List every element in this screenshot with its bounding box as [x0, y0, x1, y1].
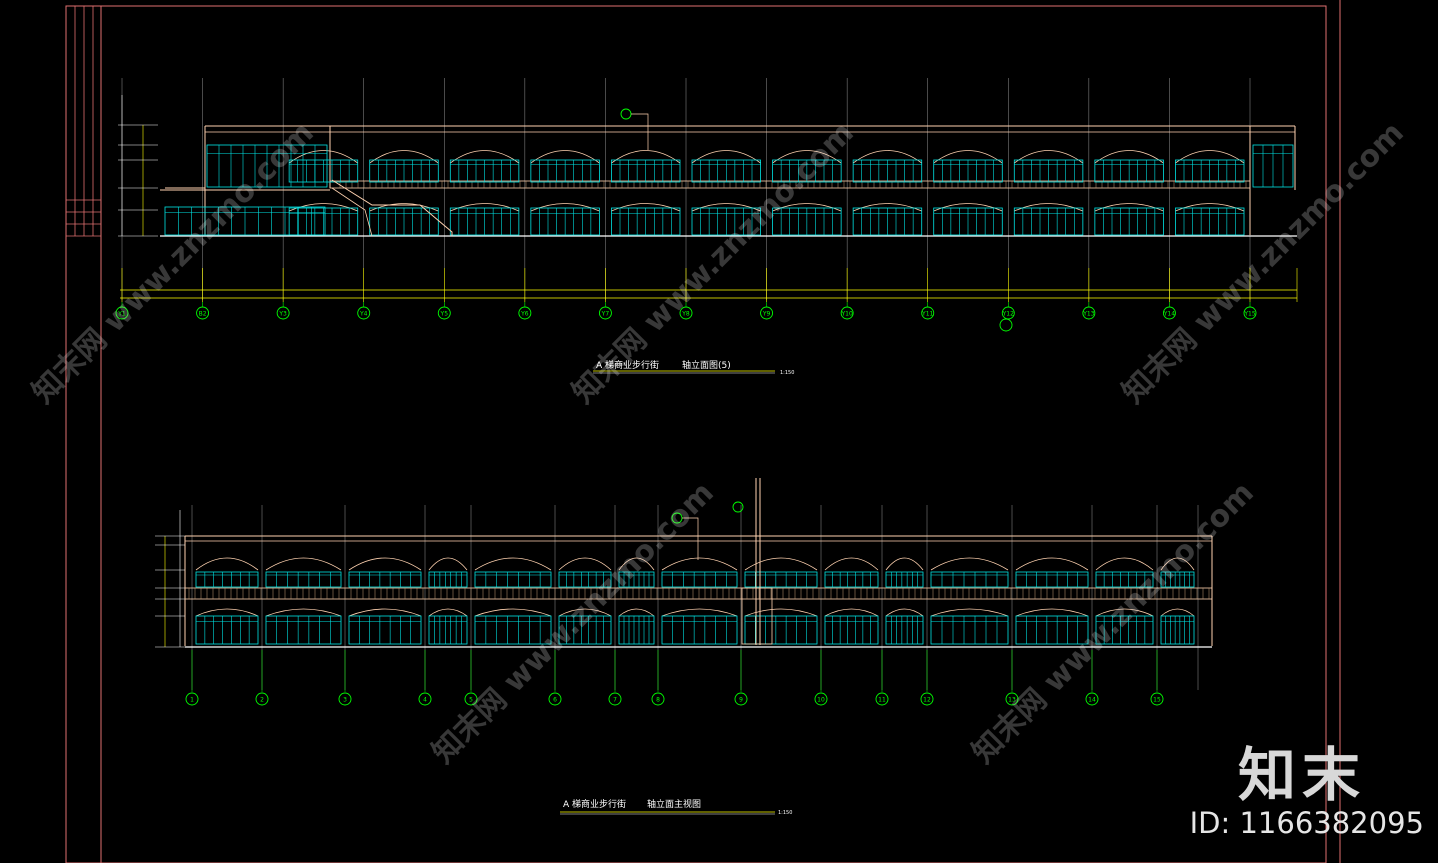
axis-label: Y8	[681, 311, 690, 318]
arch	[195, 608, 259, 617]
drawing-2-scale: 1:150	[778, 810, 793, 816]
section-callout-symbol	[732, 501, 744, 513]
arch	[558, 557, 612, 571]
glass-curtain-panel	[195, 571, 259, 588]
arch	[824, 557, 879, 571]
glass-curtain-panel	[930, 615, 1009, 645]
arch	[885, 557, 924, 571]
axis-label: 5	[469, 697, 473, 704]
axis-label: Y13	[1082, 311, 1094, 318]
glass-curtain-panel	[1095, 615, 1154, 645]
arch	[1095, 557, 1154, 571]
axis-bubble-extra	[999, 318, 1013, 332]
arch	[930, 557, 1009, 571]
axis-label: Y11	[921, 311, 933, 318]
axis-label: 6	[553, 697, 557, 704]
axis-label: 9	[739, 697, 743, 704]
axis-label: Y9	[762, 311, 771, 318]
glass-curtain-panel	[930, 571, 1009, 588]
arch	[661, 557, 738, 571]
arch	[930, 608, 1009, 617]
arch	[661, 608, 738, 617]
axis-label: 10	[817, 697, 825, 704]
resource-id-label: ID: 1166382095	[1189, 806, 1424, 840]
axis-label: 8	[656, 697, 660, 704]
axis-label: 12	[923, 697, 931, 704]
arch	[348, 608, 422, 617]
brand-logo-text: 知末	[1237, 741, 1366, 809]
glass-curtain-panel	[265, 615, 342, 645]
elevation-drawing-top: Y1 B2 Y3 Y4 Y5 Y6 Y7 Y8 Y9 Y10 Y11 Y12 Y13 Y14 Y15	[115, 78, 1298, 374]
drawing-2-title-right: 轴立面主视图	[647, 800, 702, 810]
glass-curtain-panel	[661, 571, 738, 588]
axis-label: B2	[199, 311, 207, 318]
axis-label: 13	[1008, 697, 1016, 704]
glass-curtain-panel	[348, 571, 422, 588]
arch	[195, 557, 259, 571]
glass-curtain-panel	[1015, 615, 1089, 645]
glass-curtain-panel	[195, 615, 259, 645]
arch	[1160, 557, 1195, 571]
arch	[1015, 608, 1089, 617]
glass-curtain-panel	[348, 615, 422, 645]
drawing-1-title-right: 轴立面图(5)	[682, 361, 731, 371]
arch	[348, 557, 422, 571]
axis-label: Y10	[840, 311, 852, 318]
glass-curtain-panel	[824, 571, 879, 588]
callout-leader	[682, 517, 699, 560]
arch	[428, 608, 468, 617]
title-block-strip	[66, 6, 101, 237]
glass-curtain-panel	[1095, 571, 1154, 588]
arch	[885, 608, 924, 617]
arch	[1160, 608, 1195, 617]
arch	[558, 608, 612, 617]
axis-label: Y4	[359, 311, 368, 318]
glass-curtain-panel	[558, 571, 612, 588]
arch	[824, 608, 879, 617]
arch	[474, 608, 552, 617]
axis-label: 14	[1088, 697, 1096, 704]
stair	[331, 187, 373, 237]
glass-curtain-panel	[474, 615, 552, 645]
arch	[1015, 557, 1089, 571]
axis-label: 7	[613, 697, 617, 704]
glass-curtain-panel	[558, 615, 612, 645]
glass-curtain-panel	[474, 571, 552, 588]
arch	[618, 557, 655, 571]
axis-label: Y5	[440, 311, 449, 318]
drawing-1-title-left: A 梯商业步行街	[596, 361, 660, 371]
arch	[474, 557, 552, 571]
glass-curtain-panel	[265, 571, 342, 588]
drawing-2-title-left: A 梯商业步行街	[563, 800, 627, 810]
axis-label: 3	[343, 697, 347, 704]
arch	[618, 608, 655, 617]
axis-label: Y14	[1163, 311, 1175, 318]
arch	[428, 557, 468, 571]
axis-label: Y12	[1002, 311, 1014, 318]
axis-label: 1	[190, 697, 194, 704]
elevation-drawing-bottom: 1 2 3 4 5 6 7 8 9 10 11 12 13 14 15	[155, 478, 1213, 815]
axis-label: 11	[878, 697, 886, 704]
axis-label: Y7	[601, 311, 610, 318]
drawing-1-scale: 1:150	[780, 370, 795, 376]
arch	[1095, 608, 1154, 617]
arch	[265, 608, 342, 617]
axis-label: Y6	[520, 311, 529, 318]
cad-drawing-canvas: Y1 B2 Y3 Y4 Y5 Y6 Y7 Y8 Y9 Y10 Y11 Y12 Y13 Y14 Y15 123…	[65, 0, 1341, 863]
glass-curtain-panel	[1015, 571, 1089, 588]
section-callout-symbol	[671, 512, 683, 524]
arch	[265, 557, 342, 571]
section-callout-symbol	[620, 108, 632, 120]
drawing-frame	[65, 0, 1341, 863]
glass-curtain-panel	[824, 615, 879, 645]
glass-curtain-panel	[661, 615, 738, 645]
axis-label: Y3	[278, 311, 287, 318]
axis-label: Y15	[1243, 311, 1255, 318]
axis-label: 15	[1153, 697, 1161, 704]
axis-label: 4	[423, 697, 427, 704]
axis-label: 2	[260, 697, 264, 704]
axis-label: Y1	[117, 311, 126, 318]
